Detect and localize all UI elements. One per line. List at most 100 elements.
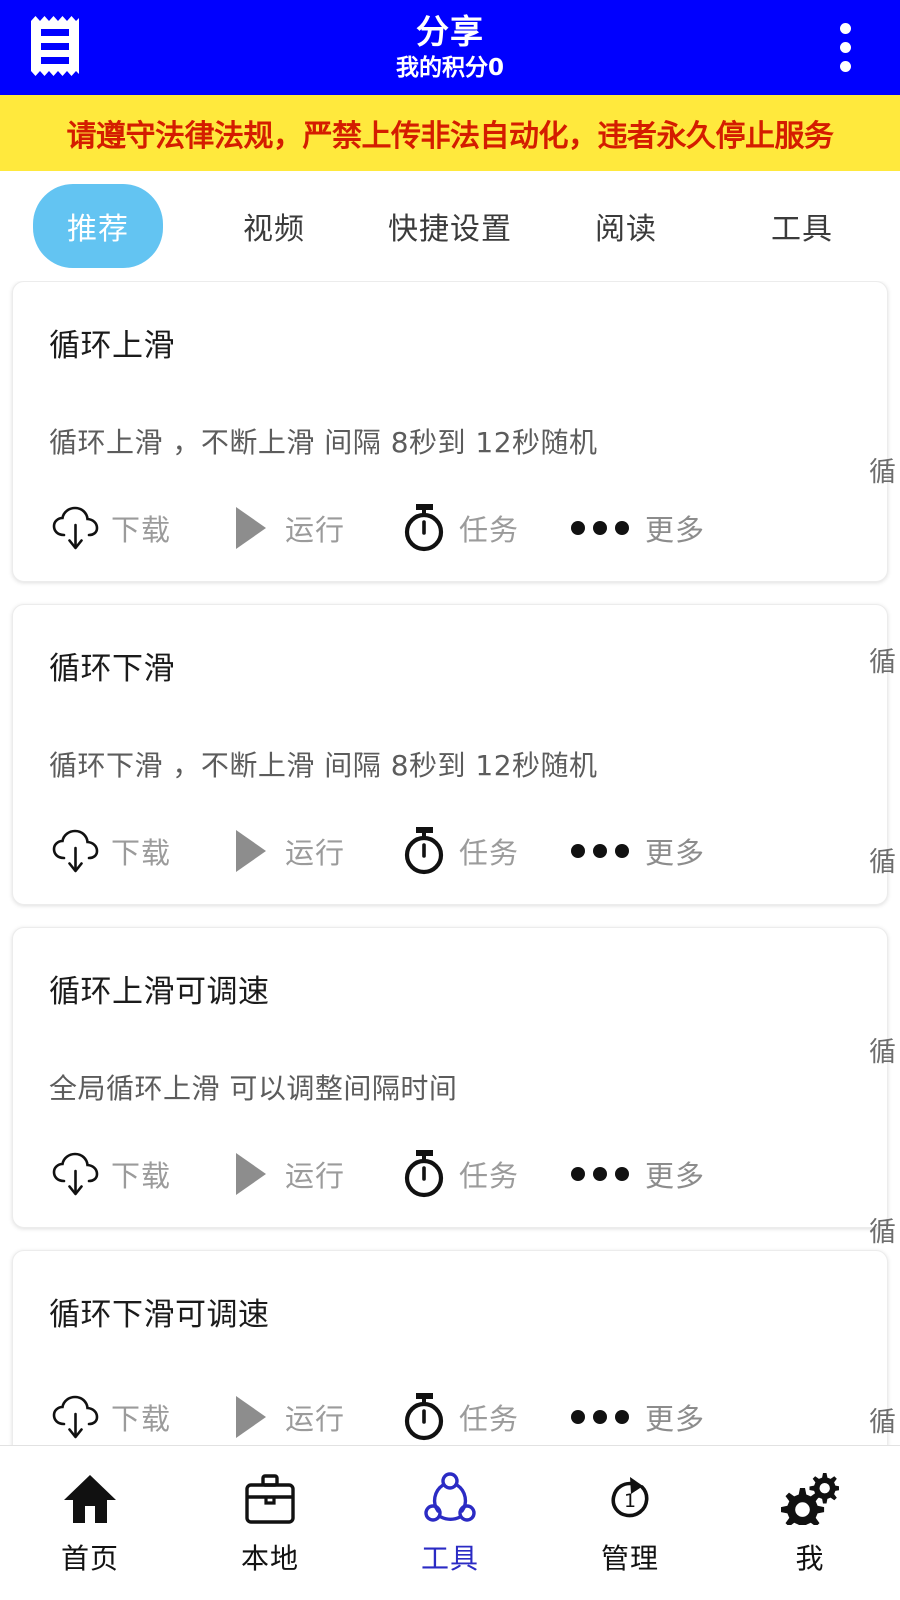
- script-card[interactable]: 循环下滑可调速 下载 运行 任务 更多: [12, 1250, 888, 1445]
- ellipsis-icon: [571, 1167, 630, 1181]
- stopwatch-icon: [397, 824, 451, 878]
- script-title: 循环上滑: [49, 328, 175, 364]
- home-icon: [62, 1469, 118, 1525]
- script-card[interactable]: 循环上滑 循环上滑 ，不断上滑 间隔 8秒到 12秒随机 下载 运行 任务 更多: [12, 281, 888, 582]
- script-card[interactable]: 循环上滑可调速 全局循环上滑 可以调整间隔时间 下载 运行 任务 更多: [12, 927, 888, 1228]
- download-label: 下载: [111, 513, 172, 547]
- script-list[interactable]: 循环上滑 循环上滑 ，不断上滑 间隔 8秒到 12秒随机 下载 运行 任务 更多…: [0, 281, 900, 1445]
- page-title: 分享: [416, 12, 484, 51]
- ellipsis-icon: [571, 521, 630, 535]
- app-bar: 分享 我的积分0: [0, 0, 900, 95]
- tab-quick-settings[interactable]: 快捷设置: [362, 171, 538, 281]
- more-label: 更多: [645, 1159, 706, 1193]
- warning-banner-text: 请遵守法律法规，严禁上传非法自动化，违者永久停止服务: [66, 119, 835, 154]
- nav-item-manage[interactable]: 1 管理: [540, 1469, 720, 1577]
- play-icon: [223, 824, 277, 878]
- card-actions: 下载 运行 任务 更多: [49, 1147, 851, 1201]
- tab-reading[interactable]: 阅读: [538, 171, 714, 281]
- card-actions: 下载 运行 任务 更多: [49, 1390, 851, 1444]
- task-button[interactable]: 任务: [397, 501, 519, 555]
- task-button[interactable]: 任务: [397, 1390, 519, 1444]
- run-label: 运行: [285, 836, 346, 870]
- nav-item-tools[interactable]: 工具: [360, 1469, 540, 1577]
- task-label: 任务: [459, 836, 520, 870]
- run-button[interactable]: 运行: [223, 501, 345, 555]
- bottom-navigation: 首页 本地 工具 1 管理 我: [0, 1445, 900, 1600]
- play-icon: [223, 1147, 277, 1201]
- run-button[interactable]: 运行: [223, 824, 345, 878]
- download-button[interactable]: 下载: [49, 501, 171, 555]
- task-button[interactable]: 任务: [397, 1147, 519, 1201]
- run-button[interactable]: 运行: [223, 1147, 345, 1201]
- receipt-icon: [29, 15, 81, 81]
- briefcase-icon: [243, 1469, 297, 1525]
- more-button[interactable]: 更多: [571, 1396, 705, 1438]
- task-label: 任务: [459, 513, 520, 547]
- nav-label: 首页: [60, 1542, 119, 1575]
- stopwatch-icon: [397, 1390, 451, 1444]
- stopwatch-icon: [397, 501, 451, 555]
- download-button[interactable]: 下载: [49, 824, 171, 878]
- cloud-download-icon: [49, 824, 103, 878]
- category-tabs: 推荐 视频 快捷设置 阅读 工具: [0, 171, 900, 281]
- more-vertical-icon: [839, 23, 851, 72]
- share-nodes-icon: [421, 1469, 479, 1525]
- cloud-download-icon: [49, 1390, 103, 1444]
- more-button[interactable]: 更多: [571, 507, 705, 549]
- app-bar-titles: 分享 我的积分0: [110, 15, 790, 80]
- points-label: 我的积分0: [395, 55, 504, 81]
- download-label: 下载: [111, 1402, 172, 1436]
- more-label: 更多: [645, 836, 706, 870]
- play-icon: [223, 501, 277, 555]
- tab-label: 推荐: [33, 184, 163, 268]
- tab-video[interactable]: 视频: [186, 171, 362, 281]
- nav-label: 我: [795, 1542, 825, 1575]
- run-label: 运行: [285, 1159, 346, 1193]
- nav-label: 本地: [240, 1542, 299, 1575]
- more-label: 更多: [645, 513, 706, 547]
- stopwatch-icon: [397, 1147, 451, 1201]
- ellipsis-icon: [571, 1410, 630, 1424]
- cloud-download-icon: [49, 501, 103, 555]
- cloud-download-icon: [49, 1147, 103, 1201]
- download-button[interactable]: 下载: [49, 1390, 171, 1444]
- script-title: 循环下滑: [49, 651, 175, 687]
- tab-label: 工具: [771, 212, 833, 247]
- task-label: 任务: [459, 1402, 520, 1436]
- menu-button[interactable]: [0, 15, 110, 81]
- card-actions: 下载 运行 任务 更多: [49, 824, 851, 878]
- nav-item-me[interactable]: 我: [720, 1469, 900, 1577]
- nav-item-home[interactable]: 首页: [0, 1469, 180, 1577]
- tab-label: 阅读: [595, 212, 657, 247]
- gears-icon: [781, 1469, 839, 1525]
- run-button[interactable]: 运行: [223, 1390, 345, 1444]
- repeat-one-icon: 1: [602, 1469, 658, 1525]
- more-button[interactable]: 更多: [571, 830, 705, 872]
- script-card[interactable]: 循环下滑 循环下滑 ，不断上滑 间隔 8秒到 12秒随机 下载 运行 任务 更多: [12, 604, 888, 905]
- script-title: 循环下滑可调速: [49, 1297, 270, 1333]
- tab-recommend[interactable]: 推荐: [10, 171, 186, 281]
- script-title: 循环上滑可调速: [49, 974, 270, 1010]
- ellipsis-icon: [571, 844, 630, 858]
- task-button[interactable]: 任务: [397, 824, 519, 878]
- download-label: 下载: [111, 836, 172, 870]
- script-description: 循环下滑 ，不断上滑 间隔 8秒到 12秒随机: [49, 749, 598, 782]
- card-actions: 下载 运行 任务 更多: [49, 501, 851, 555]
- run-label: 运行: [285, 1402, 346, 1436]
- nav-label: 管理: [600, 1542, 659, 1575]
- nav-label: 工具: [420, 1542, 479, 1575]
- task-label: 任务: [459, 1159, 520, 1193]
- tab-label: 视频: [243, 212, 305, 247]
- svg-text:1: 1: [624, 1490, 636, 1512]
- play-icon: [223, 1390, 277, 1444]
- script-description: 循环上滑 ，不断上滑 间隔 8秒到 12秒随机: [49, 426, 598, 459]
- download-label: 下载: [111, 1159, 172, 1193]
- run-label: 运行: [285, 513, 346, 547]
- more-label: 更多: [645, 1402, 706, 1436]
- overflow-menu-button[interactable]: [790, 23, 900, 72]
- more-button[interactable]: 更多: [571, 1153, 705, 1195]
- nav-item-local[interactable]: 本地: [180, 1469, 360, 1577]
- download-button[interactable]: 下载: [49, 1147, 171, 1201]
- tab-tools[interactable]: 工具: [714, 171, 890, 281]
- script-description: 全局循环上滑 可以调整间隔时间: [49, 1072, 458, 1105]
